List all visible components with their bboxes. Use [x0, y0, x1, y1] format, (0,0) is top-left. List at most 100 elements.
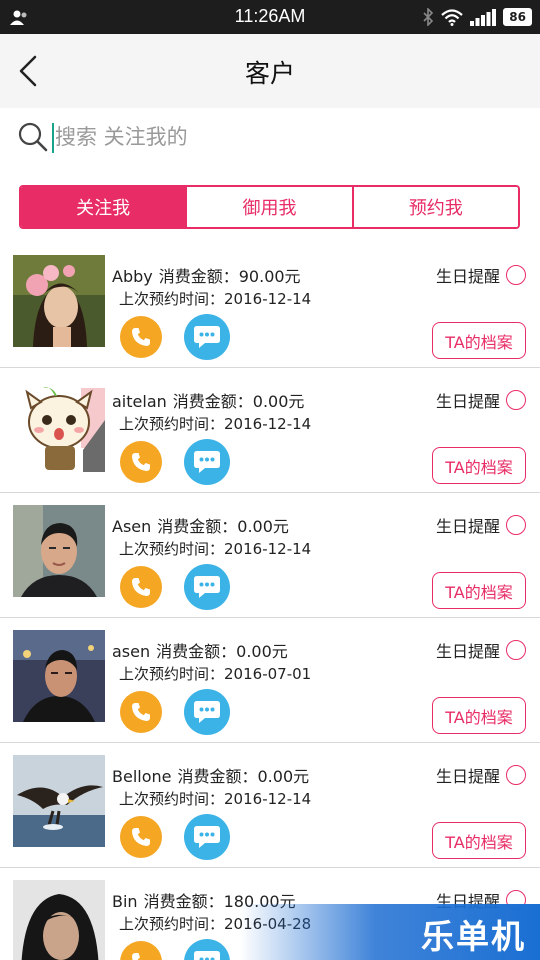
last-visit-date: 2016-12-14	[224, 790, 312, 808]
message-button[interactable]	[184, 939, 230, 960]
tab-follow-me[interactable]: 关注我	[21, 187, 186, 227]
birthday-radio[interactable]	[506, 390, 526, 410]
search-bar	[0, 108, 540, 170]
last-visit: 上次预约时间：2016-12-14	[119, 288, 311, 309]
avatar[interactable]	[13, 880, 105, 960]
birthday-label: 生日提醒	[435, 517, 500, 536]
birthday-reminder: 生日提醒	[436, 638, 526, 662]
message-button[interactable]	[184, 689, 230, 735]
amount-value: 0.00元	[252, 392, 305, 411]
last-visit: 上次预约时间：2016-12-14	[119, 538, 311, 559]
profile-button[interactable]: TA的档案	[432, 322, 526, 359]
wifi-icon	[441, 8, 464, 26]
watermark-text: 乐单机	[421, 917, 526, 956]
list-item: Bellone 消费金额：0.00元 上次预约时间：2016-12-14 生日提醒…	[0, 743, 540, 868]
message-button[interactable]	[184, 439, 230, 485]
call-button[interactable]	[120, 566, 162, 608]
amount-value: 0.00元	[257, 767, 310, 786]
phone-icon	[132, 453, 150, 471]
customer-summary: Abby 消费金额：90.00元	[112, 263, 301, 287]
customer-summary: asen 消费金额：0.00元	[112, 638, 288, 662]
page-title: 客户	[244, 59, 295, 88]
customer-name: Asen	[112, 517, 152, 536]
customer-summary: Bellone 消费金额：0.00元	[112, 763, 309, 787]
search-input[interactable]	[55, 120, 475, 154]
last-visit-label: 上次预约时间：	[119, 540, 225, 558]
tab-booked[interactable]: 预约我	[351, 187, 518, 227]
header: 客户	[0, 34, 540, 108]
chat-icon	[194, 951, 220, 960]
message-button[interactable]	[184, 814, 230, 860]
list-item: asen 消费金额：0.00元 上次预约时间：2016-07-01 生日提醒 TA…	[0, 618, 540, 743]
amount-label: 消费金额：	[157, 517, 238, 536]
last-visit-date: 2016-12-14	[224, 415, 312, 433]
chat-icon	[194, 576, 220, 598]
last-visit-label: 上次预约时间：	[119, 290, 225, 308]
customer-list: Abby 消费金额：90.00元 上次预约时间：2016-12-14 生日提醒 T…	[0, 243, 540, 960]
last-visit: 上次预约时间：2016-12-14	[119, 413, 311, 434]
amount-label: 消费金额：	[156, 642, 237, 661]
avatar[interactable]	[13, 505, 105, 597]
customer-name: asen	[112, 642, 151, 661]
amount-value: 90.00元	[238, 267, 301, 286]
list-item: aitelan 消费金额：0.00元 上次预约时间：2016-12-14 生日提醒…	[0, 368, 540, 493]
avatar[interactable]	[13, 630, 105, 722]
message-button[interactable]	[184, 314, 230, 360]
amount-label: 消费金额：	[143, 892, 224, 911]
call-button[interactable]	[120, 816, 162, 858]
birthday-radio[interactable]	[506, 765, 526, 785]
birthday-label: 生日提醒	[435, 392, 500, 411]
avatar[interactable]	[13, 380, 105, 472]
chat-icon	[194, 451, 220, 473]
call-button[interactable]	[120, 691, 162, 733]
customer-summary: Asen 消费金额：0.00元	[112, 513, 289, 537]
amount-label: 消费金额：	[177, 767, 258, 786]
last-visit-date: 2016-12-14	[224, 290, 312, 308]
birthday-label: 生日提醒	[435, 767, 500, 786]
status-bar: 11:26AM 86	[0, 0, 540, 34]
last-visit-date: 2016-07-01	[224, 665, 312, 683]
avatar[interactable]	[13, 255, 105, 347]
last-visit: 上次预约时间：2016-12-14	[119, 788, 311, 809]
birthday-label: 生日提醒	[435, 267, 500, 286]
phone-icon	[132, 578, 150, 596]
list-item: Abby 消费金额：90.00元 上次预约时间：2016-12-14 生日提醒 T…	[0, 243, 540, 368]
birthday-reminder: 生日提醒	[436, 263, 526, 287]
birthday-radio[interactable]	[506, 515, 526, 535]
last-visit: 上次预约时间：2016-07-01	[119, 663, 311, 684]
call-button[interactable]	[120, 941, 162, 960]
call-button[interactable]	[120, 316, 162, 358]
birthday-radio[interactable]	[506, 265, 526, 285]
chat-icon	[194, 326, 220, 348]
profile-button[interactable]: TA的档案	[432, 697, 526, 734]
amount-value: 0.00元	[237, 517, 289, 536]
avatar[interactable]	[13, 755, 105, 847]
profile-button[interactable]: TA的档案	[432, 447, 526, 484]
message-button[interactable]	[184, 564, 230, 610]
birthday-radio[interactable]	[506, 640, 526, 660]
customer-name: Bellone	[112, 767, 172, 786]
last-visit-label: 上次预约时间：	[119, 415, 225, 433]
last-visit-date: 2016-12-14	[224, 540, 312, 558]
birthday-reminder: 生日提醒	[436, 513, 526, 537]
customer-summary: aitelan 消费金额：0.00元	[112, 388, 304, 412]
amount-label: 消费金额：	[158, 267, 239, 286]
battery-icon: 86	[503, 8, 532, 26]
phone-icon	[132, 953, 140, 960]
last-visit-label: 上次预约时间：	[119, 665, 225, 683]
last-visit-label: 上次预约时间：	[119, 790, 225, 808]
tab-exclusive[interactable]: 御用我	[185, 187, 352, 227]
customer-name: Abby	[112, 267, 153, 286]
birthday-reminder: 生日提醒	[436, 763, 526, 787]
list-item: Asen 消费金额：0.00元 上次预约时间：2016-12-14 生日提醒 TA…	[0, 493, 540, 618]
last-visit-label: 上次预约时间：	[119, 915, 225, 933]
profile-button[interactable]: TA的档案	[432, 572, 526, 609]
amount-value: 0.00元	[236, 642, 288, 661]
profile-button[interactable]: TA的档案	[432, 822, 526, 859]
tab-bar: 关注我 御用我 预约我	[19, 185, 520, 229]
amount-label: 消费金额：	[172, 392, 253, 411]
birthday-reminder: 生日提醒	[436, 388, 526, 412]
call-button[interactable]	[120, 441, 162, 483]
chat-icon	[194, 826, 220, 848]
chat-icon	[194, 701, 220, 723]
